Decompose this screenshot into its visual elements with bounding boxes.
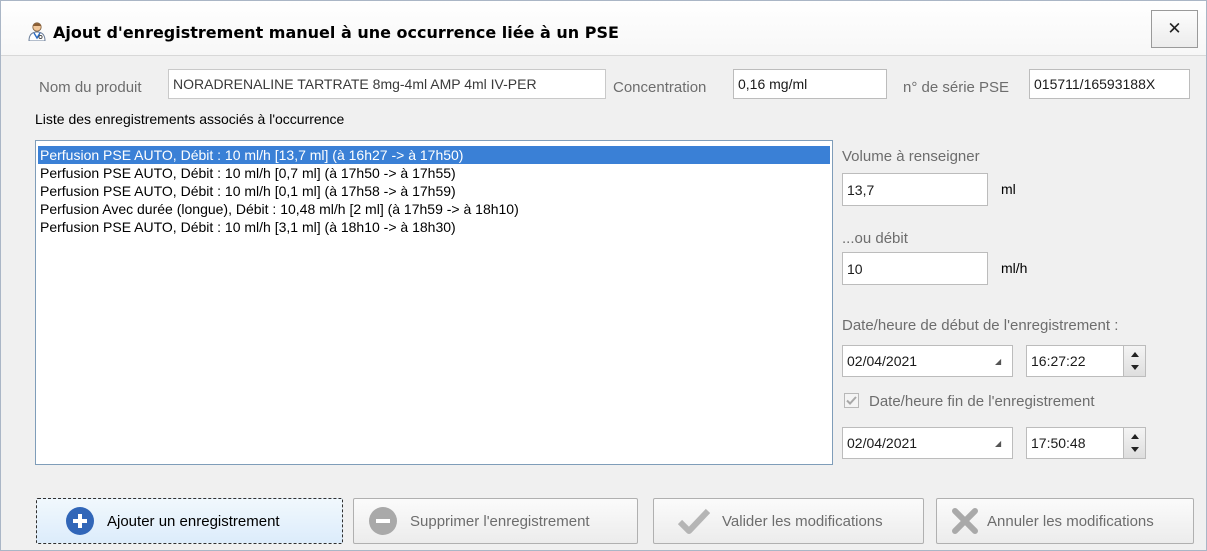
window-title: Ajout d'enregistrement manuel à une occu… [53, 23, 619, 42]
validate-label: Valider les modifications [722, 512, 883, 530]
volume-input[interactable]: 13,7 [842, 173, 988, 206]
concentration-label: Concentration [613, 79, 707, 96]
start-date-value: 02/04/2021 [847, 353, 918, 369]
spin-arrows-icon [1131, 434, 1139, 452]
list-item[interactable]: Perfusion Avec durée (longue), Débit : 1… [38, 200, 519, 218]
list-item[interactable]: Perfusion PSE AUTO, Débit : 10 ml/h [0,1… [38, 182, 456, 200]
delete-record-label: Supprimer l'enregistrement [410, 512, 590, 530]
end-date-value: 02/04/2021 [847, 435, 918, 451]
end-checkbox-label: Date/heure fin de l'enregistrement [869, 393, 1095, 410]
dialog-window: Ajout d'enregistrement manuel à une occu… [0, 0, 1207, 551]
start-date-picker[interactable]: 02/04/2021 ◢ [842, 345, 1013, 377]
list-item[interactable]: Perfusion PSE AUTO, Débit : 10 ml/h [0,7… [38, 164, 456, 182]
list-item[interactable]: Perfusion PSE AUTO, Débit : 10 ml/h [13,… [38, 146, 830, 164]
volume-label: Volume à renseigner [842, 148, 980, 165]
cancel-button[interactable]: Annuler les modifications [936, 498, 1194, 544]
volume-unit: ml [1001, 181, 1016, 197]
spin-buttons[interactable] [1123, 346, 1145, 376]
list-item[interactable]: Perfusion PSE AUTO, Débit : 10 ml/h [3,1… [38, 218, 456, 236]
debit-unit: ml/h [1001, 260, 1028, 276]
minus-circle-icon [368, 506, 398, 536]
dropdown-arrow-icon[interactable]: ◢ [995, 357, 1001, 366]
end-checkbox[interactable] [844, 393, 859, 408]
spin-arrows-icon [1131, 352, 1139, 370]
product-field[interactable]: NORADRENALINE TARTRATE 8mg-4ml AMP 4ml I… [168, 69, 606, 99]
serial-label: n° de série PSE [903, 79, 1010, 96]
concentration-field[interactable]: 0,16 mg/ml [733, 69, 887, 99]
spin-buttons[interactable] [1123, 428, 1145, 458]
checkmark-icon [678, 507, 710, 535]
close-button[interactable]: ✕ [1151, 10, 1198, 48]
debit-label: ...ou débit [842, 230, 908, 247]
list-label: Liste des enregistrements associés à l'o… [35, 111, 345, 127]
plus-circle-icon [65, 506, 95, 536]
add-record-button[interactable]: Ajouter un enregistrement [36, 498, 343, 544]
end-date-picker[interactable]: 02/04/2021 ◢ [842, 427, 1013, 459]
add-record-label: Ajouter un enregistrement [107, 512, 280, 530]
cancel-label: Annuler les modifications [987, 512, 1154, 530]
start-time-value: 16:27:22 [1031, 353, 1086, 369]
dropdown-arrow-icon[interactable]: ◢ [995, 439, 1001, 448]
end-time-value: 17:50:48 [1031, 435, 1086, 451]
start-time-spinner[interactable]: 16:27:22 [1026, 345, 1146, 377]
serial-field[interactable]: 015711/16593188X [1029, 69, 1190, 99]
close-icon: ✕ [1167, 19, 1182, 38]
title-bar: Ajout d'enregistrement manuel à une occu… [1, 1, 1206, 56]
checkmark-icon [846, 396, 857, 405]
debit-input[interactable]: 10 [842, 252, 988, 285]
cross-icon [951, 507, 979, 535]
start-label: Date/heure de début de l'enregistrement … [842, 317, 1119, 334]
doctor-icon [27, 21, 47, 42]
validate-button[interactable]: Valider les modifications [653, 498, 924, 544]
product-label: Nom du produit [39, 79, 142, 96]
records-listbox[interactable]: Perfusion PSE AUTO, Débit : 10 ml/h [13,… [35, 140, 833, 465]
delete-record-button[interactable]: Supprimer l'enregistrement [353, 498, 638, 544]
end-time-spinner[interactable]: 17:50:48 [1026, 427, 1146, 459]
